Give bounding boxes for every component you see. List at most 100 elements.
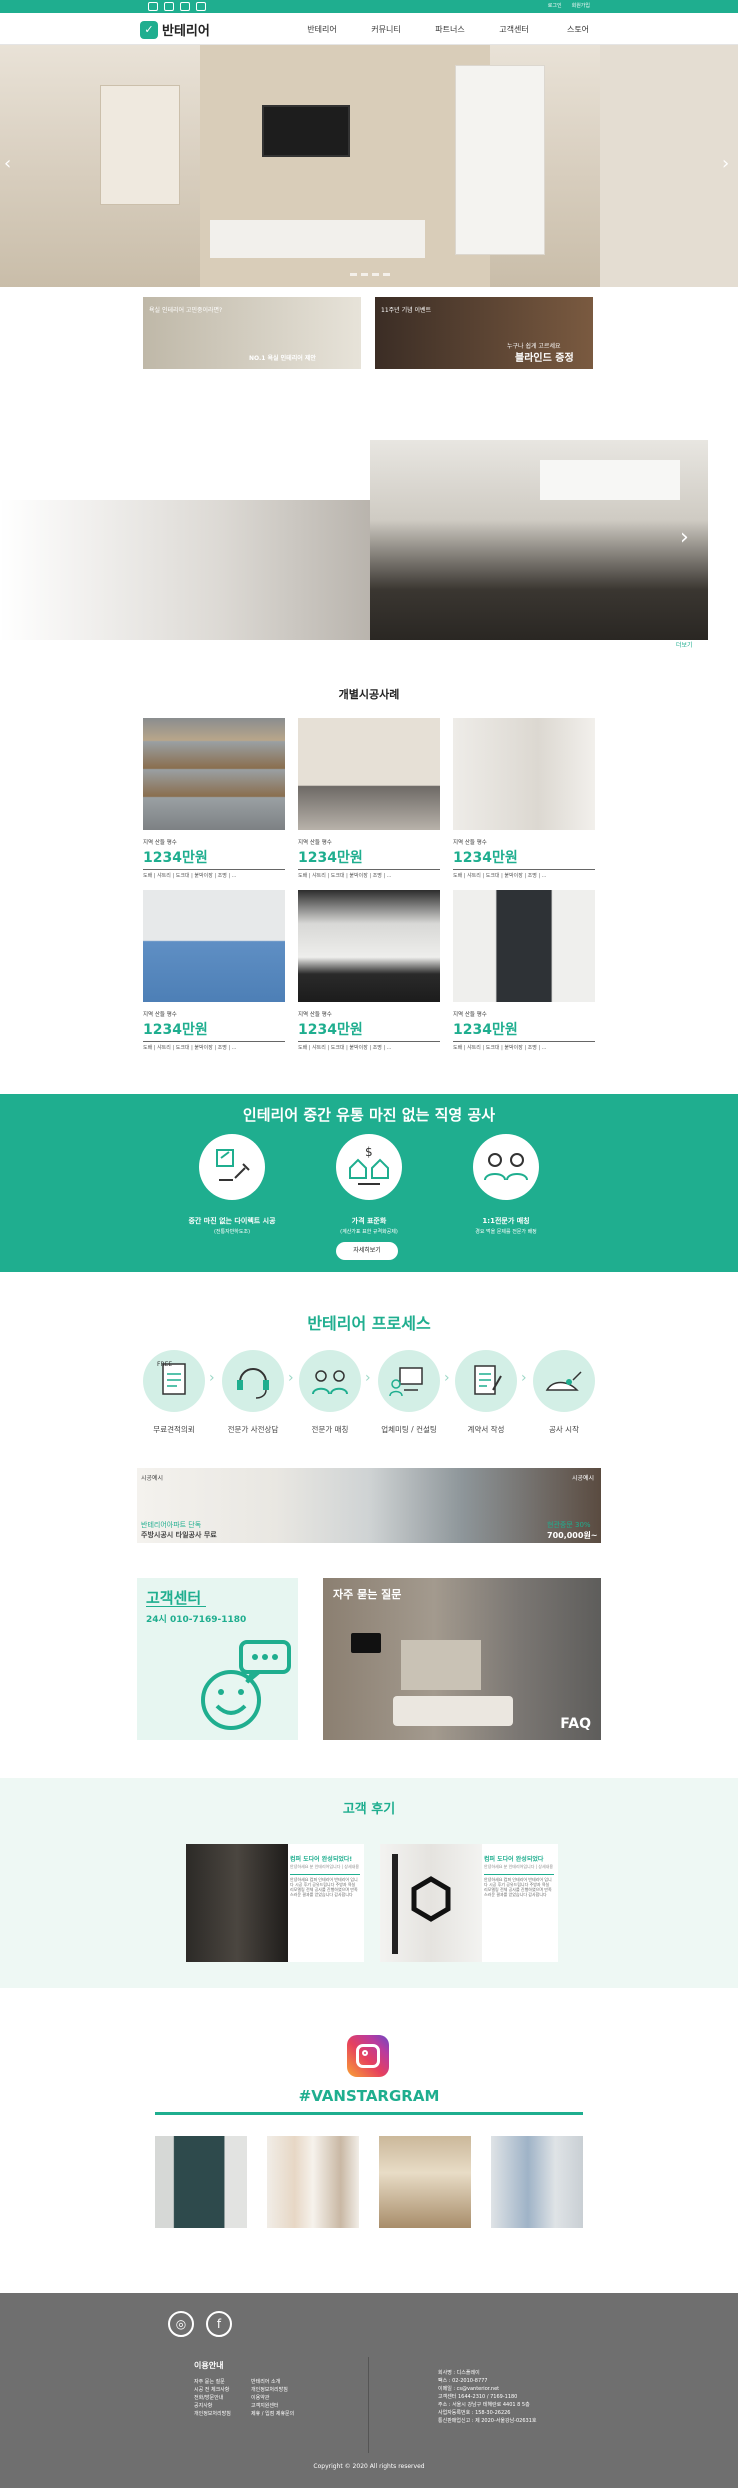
- footer-link[interactable]: 제휴 / 입점 제휴문의: [251, 2410, 294, 2418]
- copyright: Copyright © 2020 All rights reserved: [313, 2463, 425, 2470]
- case-location: 지역 산들 평수: [143, 1012, 177, 1018]
- feature-desc: 경요 먹을 문제를 전문가 배정: [475, 1229, 537, 1235]
- footer-link[interactable]: 반테리어 소개: [251, 2378, 294, 2386]
- promo-banner[interactable]: 시공예시 반테리어아파트 단독 주방시공시 타일공사 무료 시공예시 현관중문 …: [137, 1468, 601, 1543]
- info-line: 이메일 : cs@vanterior.net: [438, 2386, 500, 2392]
- process-step: 공사 시작: [533, 1350, 595, 1435]
- footer-link[interactable]: 개인정보처리방침: [194, 2410, 231, 2418]
- more-link[interactable]: 더보기: [676, 640, 693, 649]
- instagram-photo[interactable]: [267, 2136, 359, 2228]
- meeting-icon: [378, 1350, 440, 1412]
- kitchen-window: [540, 460, 680, 500]
- bathroom-banner[interactable]: 욕실 인테리어 고민중이라면? NO.1 욕실 인테리어 제안: [143, 297, 361, 369]
- login-link[interactable]: 로그인: [548, 2, 562, 9]
- review-card[interactable]: 컴퍼 도다어 완성되었다! 안녕하세요 분 인테리어입니다 | 상세내용 안녕하…: [186, 1844, 364, 1962]
- nav-item-support[interactable]: 고객센터: [482, 24, 546, 35]
- details-button[interactable]: 자세히보기: [336, 1242, 398, 1260]
- divider: [143, 1041, 285, 1042]
- case-price: 1234만원: [453, 850, 518, 866]
- site-header: ✓ 반테리어 반테리어 커뮤니티 파트너스 고객센터 스토어: [0, 13, 738, 45]
- signup-link[interactable]: 회원가입: [572, 2, 590, 9]
- feature-direct: 중간 마진 없는 다이렉트 시공 (전통자반하도조): [162, 1134, 302, 1235]
- slider-dot[interactable]: [350, 273, 357, 276]
- case-card[interactable]: 지역 산들 평수 1234만원 도배 | 샤트리 | 도크대 | 붙박이장 | …: [453, 718, 595, 879]
- slider-dot[interactable]: [372, 273, 379, 276]
- slider-prev-icon[interactable]: ‹: [4, 153, 11, 174]
- contract-icon: [455, 1350, 517, 1412]
- blind-banner[interactable]: 11주년 기념 이벤트 누구나 쉽게 고르세요 블라인드 증정: [375, 297, 593, 369]
- step-label: 공사 시작: [549, 1425, 579, 1434]
- case-meta: 도배 | 샤트리 | 도크대 | 붙박이장 | 조명 | ...: [298, 1045, 392, 1051]
- next-arrow-icon[interactable]: ›: [680, 525, 689, 550]
- logo[interactable]: ✓ 반테리어: [140, 20, 210, 39]
- construction-start-icon: [533, 1350, 595, 1412]
- kakao-icon[interactable]: [148, 2, 158, 11]
- case-card[interactable]: 지역 산들 평수 1234만원 도배 | 샤트리 | 도크대 | 붙박이장 | …: [453, 890, 595, 1051]
- nav-item-community[interactable]: 커뮤니티: [354, 24, 418, 35]
- section-title: 인테리어 중간 유통 마진 없는 직영 공사: [242, 1106, 496, 1124]
- instagram-divider: [155, 2112, 583, 2115]
- divider: [453, 869, 595, 870]
- cs-phone: 24시 010-7169-1180: [146, 1615, 247, 1625]
- footer-link[interactable]: 이용약관: [251, 2394, 294, 2402]
- review-title: 컴퍼 도다어 완성되었다!: [290, 1856, 353, 1863]
- case-price: 1234만원: [298, 1022, 363, 1038]
- hero-photo-tv: [262, 105, 350, 157]
- footer-links-col1: 자주 묻는 질문 시공 전 체크사항 전화/방문안내 공지사항 개인정보처리방침: [194, 2378, 231, 2418]
- case-photo: [143, 890, 285, 1002]
- case-card[interactable]: 지역 산들 평수 1234만원 도배 | 샤트리 | 도크대 | 붙박이장 | …: [298, 890, 440, 1051]
- footer-link[interactable]: 고객지원센터: [251, 2402, 294, 2410]
- top-utility-bar: 로그인 회원가입: [0, 0, 738, 13]
- slider-dot[interactable]: [383, 273, 390, 276]
- nav-item-partners[interactable]: 파트너스: [418, 24, 482, 35]
- case-card[interactable]: 지역 산들 평수 1234만원 도배 | 샤트리 | 도크대 | 붙박이장 | …: [143, 890, 285, 1051]
- case-card[interactable]: 지역 산들 평수 1234만원 도배 | 샤트리 | 도크대 | 붙박이장 | …: [298, 718, 440, 879]
- blog-icon[interactable]: [164, 2, 174, 11]
- footer-link[interactable]: 시공 전 체크사항: [194, 2386, 231, 2394]
- promo-sale: 현관중문 30%: [547, 1521, 591, 1529]
- slider-dot[interactable]: [361, 273, 368, 276]
- site-footer: ◎ f 이용안내 자주 묻는 질문 시공 전 체크사항 전화/방문안내 공지사항…: [0, 2293, 738, 2488]
- customer-center-card[interactable]: 고객센터 24시 010-7169-1180: [137, 1578, 298, 1740]
- footer-link[interactable]: 개인정보처리방침: [251, 2386, 294, 2394]
- chevron-right-icon: ›: [444, 1370, 450, 1386]
- consultation-icon: [473, 1134, 539, 1200]
- reviews-title: 고객 후기: [342, 1802, 396, 1817]
- case-photo: [143, 718, 285, 830]
- faq-card[interactable]: 자주 묻는 질문 FAQ: [323, 1578, 601, 1740]
- divider: [298, 869, 440, 870]
- instagram-icon[interactable]: [347, 2035, 389, 2077]
- review-card[interactable]: 컴퍼 도다어 완성되었다 안녕하세요 분 인테리어입니다 | 상세내용 안녕하세…: [380, 1844, 558, 1962]
- instagram-icon[interactable]: ◎: [168, 2311, 194, 2337]
- review-photo: [186, 1844, 288, 1962]
- info-line: 고객센터 1644-2310 / 7169-1180: [438, 2394, 518, 2400]
- banner-small-text: 욕실 인테리어 고민중이라면?: [149, 307, 223, 314]
- case-location: 지역 산들 평수: [453, 1012, 487, 1018]
- facebook-icon[interactable]: f: [206, 2311, 232, 2337]
- nav-item-store[interactable]: 스토어: [546, 24, 610, 35]
- footer-link[interactable]: 공지사항: [194, 2402, 231, 2410]
- facebook-icon[interactable]: [196, 2, 206, 11]
- case-price: 1234만원: [143, 1022, 208, 1038]
- chevron-right-icon: ›: [209, 1370, 215, 1386]
- step-label: 전문가 사전상담: [227, 1425, 279, 1434]
- process-step: 전문가 매칭: [299, 1350, 361, 1435]
- case-card[interactable]: 지역 산들 평수 1234만원 도배 | 샤트리 | 도크대 | 붙박이장 | …: [143, 718, 285, 879]
- case-meta: 도배 | 샤트리 | 도크대 | 붙박이장 | 조명 | ...: [298, 873, 392, 879]
- instagram-photo[interactable]: [491, 2136, 583, 2228]
- feature-title: 1:1전문가 매칭: [482, 1217, 530, 1225]
- hero-photo-shelf: [100, 85, 180, 205]
- instagram-icon[interactable]: [180, 2, 190, 11]
- logo-text: 반테리어: [162, 24, 210, 39]
- instagram-photo[interactable]: [379, 2136, 471, 2228]
- instagram-photo[interactable]: [155, 2136, 247, 2228]
- step-label: 업체미팅 / 컨설팅: [381, 1425, 437, 1434]
- nav-item-about[interactable]: 반테리어: [290, 24, 354, 35]
- step-label: 전문가 매칭: [311, 1425, 349, 1434]
- footer-link[interactable]: 전화/방문안내: [194, 2394, 231, 2402]
- slider-next-icon[interactable]: ›: [722, 153, 729, 174]
- main-nav: 반테리어 커뮤니티 파트너스 고객센터 스토어: [290, 24, 610, 35]
- case-location: 지역 산들 평수: [298, 840, 332, 846]
- footer-link[interactable]: 자주 묻는 질문: [194, 2378, 231, 2386]
- kitchen-visual: › 더보기: [0, 440, 738, 649]
